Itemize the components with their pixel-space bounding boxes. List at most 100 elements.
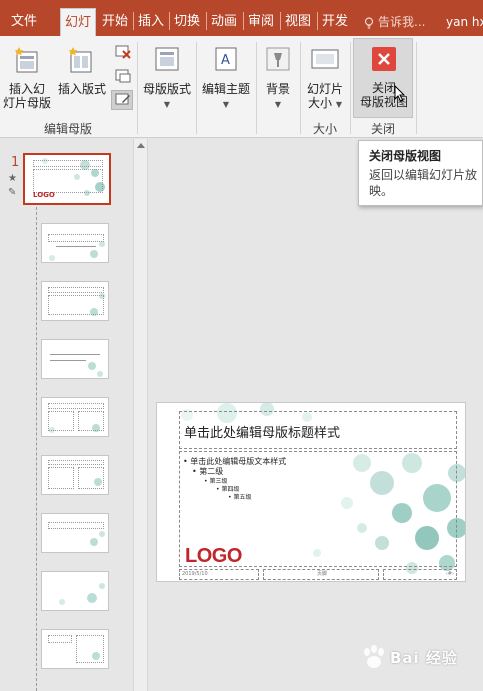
slide-size-button[interactable]: 幻灯片 大小 ▼ — [302, 38, 348, 118]
user-account[interactable]: yan hx — [446, 8, 483, 36]
insert-slide-master-button[interactable]: 插入幻 灯片母版 — [2, 38, 52, 118]
tooltip-description: 返回以编辑幻灯片放映。 — [369, 168, 478, 198]
slide-number: 1 — [11, 155, 20, 170]
thumbnail-layout[interactable] — [41, 397, 109, 437]
chevron-down-icon: ▼ — [222, 100, 230, 109]
lightbulb-icon — [364, 16, 374, 29]
preserve-master-button[interactable] — [111, 90, 133, 110]
scroll-up-arrow-icon[interactable] — [137, 143, 145, 148]
tab-animations[interactable]: 动画 — [208, 8, 240, 36]
ribbon-divider — [416, 42, 417, 134]
master-layout-label: 母版版式 — [142, 82, 191, 96]
thumbnail-bubbles — [59, 583, 105, 605]
title-placeholder-text: 单击此处编辑母版标题样式 — [184, 426, 341, 441]
thumbnail-layout[interactable] — [41, 223, 109, 263]
tab-insert[interactable]: 插入 — [135, 8, 167, 36]
ribbon-tab-bar: 文件 幻灯 开始 插入 切换 动画 审阅 视图 开发 告诉我... yan hx — [0, 0, 483, 36]
tab-divider — [317, 12, 318, 30]
tab-transitions[interactable]: 切换 — [171, 8, 203, 36]
ribbon-divider — [300, 42, 301, 134]
thumbnail-text-line — [56, 246, 96, 247]
slide-size-icon — [311, 49, 339, 69]
watermark-text: Bai 经验 — [390, 649, 458, 667]
tell-me-label: 告诉我... — [378, 15, 426, 29]
group-label-size: 大小 — [312, 122, 337, 136]
insert-slide-master-label: 插入幻 灯片母版 — [2, 82, 51, 110]
chevron-down-icon: ▼ — [274, 100, 282, 109]
thumbnail-layout[interactable] — [41, 513, 109, 553]
ribbon-divider — [256, 42, 257, 134]
thumbnail-title-box — [48, 522, 104, 529]
tab-view[interactable]: 视图 — [282, 8, 314, 36]
tab-review[interactable]: 审阅 — [245, 8, 277, 36]
thumbnail-connector — [36, 202, 37, 691]
close-master-view-button[interactable]: 关闭 母版视图 — [353, 38, 413, 118]
tab-divider — [243, 12, 244, 30]
background-icon — [266, 47, 290, 71]
edit-theme-icon: A — [215, 47, 237, 71]
footer-number-placeholder[interactable]: ‹#› — [383, 569, 457, 580]
thumbnail-title-box — [48, 234, 104, 242]
tab-divider — [280, 12, 281, 30]
tooltip: 关闭母版视图 返回以编辑幻灯片放映。 — [358, 140, 483, 206]
thumbnail-text-line — [50, 354, 100, 355]
background-label: 背景 — [265, 82, 290, 96]
thumbnail-body-box — [76, 635, 104, 663]
thumbnail-title-box — [48, 287, 104, 293]
paw-icon — [364, 645, 384, 668]
thumbnail-body-box — [78, 411, 104, 431]
insert-layout-label: 插入版式 — [57, 82, 106, 96]
slide-thumbnail-panel: 1 ★ ✎ LOGO — [0, 139, 133, 691]
footer-date-placeholder[interactable]: 2019/5/10 — [179, 569, 259, 580]
mouse-cursor-icon — [394, 85, 406, 102]
thumbnail-layout[interactable] — [41, 571, 109, 611]
thumbnail-body-box — [33, 169, 103, 193]
thumbnail-title-box — [48, 635, 72, 643]
ribbon-divider — [137, 42, 138, 134]
thumbnail-layout[interactable] — [41, 455, 109, 495]
footer-text-placeholder[interactable]: 页脚 — [263, 569, 379, 580]
tab-file[interactable]: 文件 — [4, 8, 44, 36]
tab-divider — [133, 12, 134, 30]
rename-icon[interactable] — [114, 68, 132, 84]
insert-layout-button[interactable]: 插入版式 — [54, 38, 110, 118]
thumbnail-bubbles — [49, 241, 105, 261]
thumbnail-title-box — [33, 160, 103, 167]
pin-icon: ✎ — [8, 187, 17, 198]
preserve-icon — [115, 93, 130, 105]
edit-theme-button[interactable]: A 编辑主题 ▼ — [198, 38, 254, 134]
tab-slide-master[interactable]: 幻灯 — [60, 8, 96, 36]
title-placeholder[interactable]: 单击此处编辑母版标题样式 — [179, 411, 457, 449]
tooltip-title: 关闭母版视图 — [369, 149, 442, 163]
tab-divider — [169, 12, 170, 30]
insert-slide-master-icon — [14, 47, 38, 73]
slide-master-canvas[interactable]: 单击此处编辑母版标题样式 • 单击此处编辑母版文本样式 • 第二级 • 第三级 … — [156, 402, 466, 582]
close-icon — [372, 47, 396, 71]
ribbon: 插入幻 灯片母版 插入版式 编辑母版 母版版式 ▼ A 编辑主题 ▼ 背景 ▼ … — [0, 36, 483, 138]
thumbnail-body-box — [48, 411, 74, 431]
tab-developer[interactable]: 开发 — [319, 8, 351, 36]
thumbnail-title-box — [48, 460, 104, 465]
thumbnail-slide-master[interactable]: LOGO — [23, 153, 111, 205]
star-icon: ★ — [8, 173, 17, 184]
text-level-5: • 第五级 — [228, 494, 252, 501]
thumbnail-logo: LOGO — [33, 191, 55, 199]
background-button[interactable]: 背景 ▼ — [258, 38, 298, 134]
tab-home[interactable]: 开始 — [99, 8, 131, 36]
chevron-down-icon: ▼ — [163, 100, 171, 109]
thumbnail-layout[interactable] — [41, 339, 109, 379]
thumbnail-body-box — [78, 467, 104, 489]
group-label-edit-master: 编辑母版 — [43, 122, 92, 136]
thumbnail-body-box — [48, 295, 104, 315]
slide-size-label: 幻灯片 大小 ▼ — [306, 82, 343, 110]
svg-text:A: A — [221, 53, 230, 68]
thumbnail-bubbles — [90, 531, 105, 546]
ribbon-divider — [196, 42, 197, 134]
thumbnail-layout[interactable] — [41, 629, 109, 669]
edit-theme-label: 编辑主题 — [201, 82, 250, 96]
master-layout-button[interactable]: 母版版式 ▼ — [140, 38, 194, 134]
delete-slide-icon[interactable] — [114, 44, 132, 60]
thumbnail-layout[interactable] — [41, 281, 109, 321]
thumbnail-scrollbar[interactable] — [133, 139, 148, 691]
tell-me-search[interactable]: 告诉我... — [364, 8, 425, 36]
